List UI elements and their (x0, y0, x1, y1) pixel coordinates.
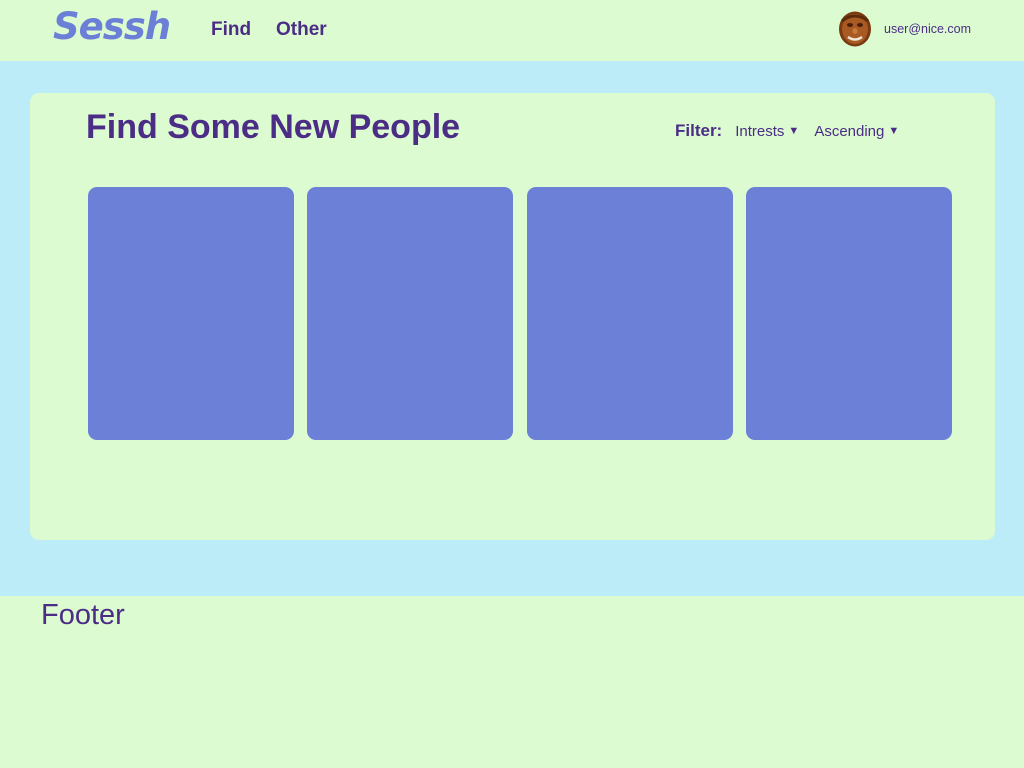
person-card[interactable] (527, 187, 733, 440)
order-dropdown-label: Ascending (814, 122, 885, 140)
footer-text: Footer (41, 599, 125, 631)
caret-down-icon: ▼ (888, 125, 900, 137)
footer: Footer (0, 596, 1024, 768)
caret-down-icon: ▼ (788, 125, 800, 137)
filter-bar: Filter: Intrests ▼ Ascending ▼ (675, 120, 914, 142)
navbar: Sessh Find Other user@nice.com (0, 0, 1024, 61)
user-avatar[interactable] (838, 11, 872, 47)
person-card[interactable] (746, 187, 952, 440)
user-email[interactable]: user@nice.com (884, 22, 971, 36)
person-card[interactable] (307, 187, 513, 440)
interests-dropdown-label: Intrests (735, 122, 785, 140)
find-people-panel: Find Some New People Filter: Intrests ▼ … (30, 93, 995, 540)
nav-link-other[interactable]: Other (276, 19, 327, 41)
order-dropdown[interactable]: Ascending ▼ (814, 123, 899, 140)
nav-link-find[interactable]: Find (211, 19, 251, 41)
main-area: Find Some New People Filter: Intrests ▼ … (0, 61, 1024, 596)
filter-label: Filter: (675, 121, 723, 140)
person-card[interactable] (88, 187, 294, 440)
interests-dropdown[interactable]: Intrests ▼ (735, 123, 799, 140)
page-title: Find Some New People (86, 108, 461, 146)
logo[interactable]: Sessh (53, 5, 171, 48)
